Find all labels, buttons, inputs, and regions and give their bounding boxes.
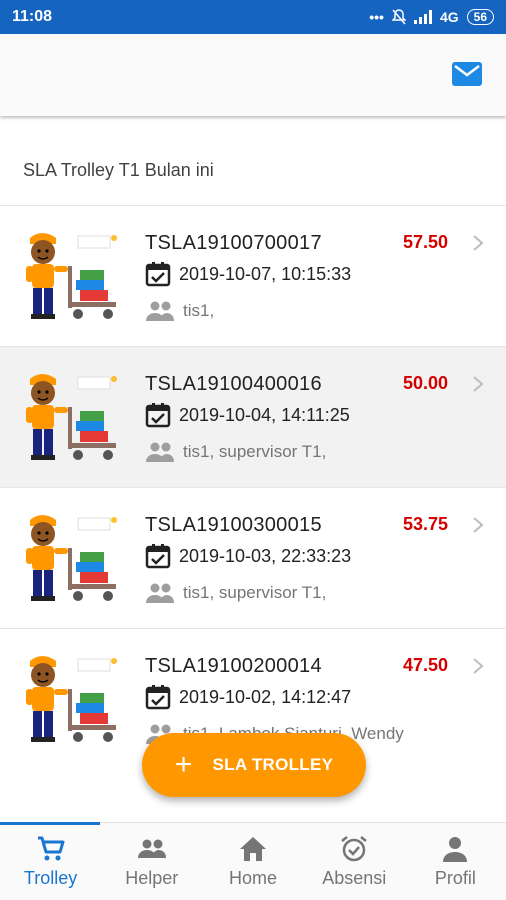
datetime-text: 2019-10-02, 14:12:47 [179,686,352,707]
app-bar [0,34,506,116]
active-tab-indicator [0,822,100,825]
section-title: SLA Trolley T1 Bulan ini [23,160,214,180]
list-item[interactable]: TSLA19100700017 57.50 2019-10-07, 10:15:33… [0,205,506,346]
list-item[interactable]: TSLA19100400016 50.00 2019-10-04, 14:11:25… [0,346,506,487]
record-people: tis1, supervisor T1, [145,441,326,463]
record-people: tis1, supervisor T1, [145,582,326,604]
calendar-check-icon [145,403,171,428]
record-score: 50.00 [402,373,448,393]
people-text: tis1, supervisor T1, [183,583,327,602]
status-bar: 11:08 ••• 4G 56 [0,0,506,34]
people-text: tis1, supervisor T1, [183,442,327,461]
trolley-worker-illustration [26,233,117,319]
add-sla-trolley-button[interactable]: + SLA TROLLEY [142,733,366,797]
record-score: 53.75 [402,514,448,534]
calendar-check-icon [145,262,171,287]
alarm-icon [341,836,367,862]
record-score: 47.50 [402,655,448,675]
status-time: 11:08 [12,8,53,25]
trolley-worker-illustration [26,515,117,601]
chevron-right-icon [473,658,484,674]
people-icon [146,583,174,603]
trolley-worker-illustration [26,374,117,460]
record-people: tis1, [145,300,214,322]
chevron-right-icon [473,376,484,392]
record-datetime: 2019-10-03, 22:33:23 [145,543,351,569]
people-icon [137,839,166,858]
record-list: TSLA19100700017 57.50 2019-10-07, 10:15:33… [0,205,506,769]
record-code: TSLA19100400016 [145,373,322,395]
people-text: tis1, [183,301,215,320]
person-icon [443,837,468,862]
plus-icon: + [174,748,193,781]
record-code: TSLA19100300015 [145,514,322,536]
nav-helper[interactable]: Helper [101,823,202,900]
calendar-check-icon [145,685,171,710]
record-datetime: 2019-10-02, 14:12:47 [145,684,351,710]
record-datetime: 2019-10-04, 14:11:25 [145,402,350,428]
list-item[interactable]: TSLA19100300015 53.75 2019-10-03, 22:33:23… [0,487,506,628]
mail-icon[interactable] [452,62,482,86]
record-code: TSLA19100700017 [145,232,322,254]
nav-label: Home [229,868,278,888]
calendar-check-icon [145,544,171,569]
record-code: TSLA19100200014 [145,655,322,677]
nav-label: Trolley [23,868,78,888]
nav-absensi[interactable]: Absensi [304,823,405,900]
record-datetime: 2019-10-07, 10:15:33 [145,261,351,287]
record-score: 57.50 [402,232,448,252]
nav-profil[interactable]: Profil [405,823,506,900]
fab-label: SLA TROLLEY [212,755,334,774]
nav-label: Absensi [322,868,387,888]
signal-icon [413,10,432,24]
cart-icon [37,836,65,861]
status-icons: ••• 4G 56 [369,9,494,25]
datetime-text: 2019-10-03, 22:33:23 [179,545,352,566]
people-icon [146,442,174,462]
chevron-right-icon [473,517,484,533]
bottom-navigation: Trolley Helper Home Absensi Profil [0,822,506,900]
people-icon [146,301,174,321]
datetime-text: 2019-10-04, 14:11:25 [179,404,350,425]
datetime-text: 2019-10-07, 10:15:33 [179,263,352,284]
more-icon: ••• [369,9,384,25]
bell-off-icon [391,9,406,25]
nav-label: Helper [125,868,179,888]
chevron-right-icon [473,235,484,251]
home-icon [240,837,266,861]
nav-home[interactable]: Home [202,823,303,900]
trolley-worker-illustration [26,656,117,742]
battery-icon: 56 [466,9,494,25]
nav-label: Profil [434,868,476,888]
network-type: 4G [439,9,459,25]
nav-trolley[interactable]: Trolley [0,823,101,900]
